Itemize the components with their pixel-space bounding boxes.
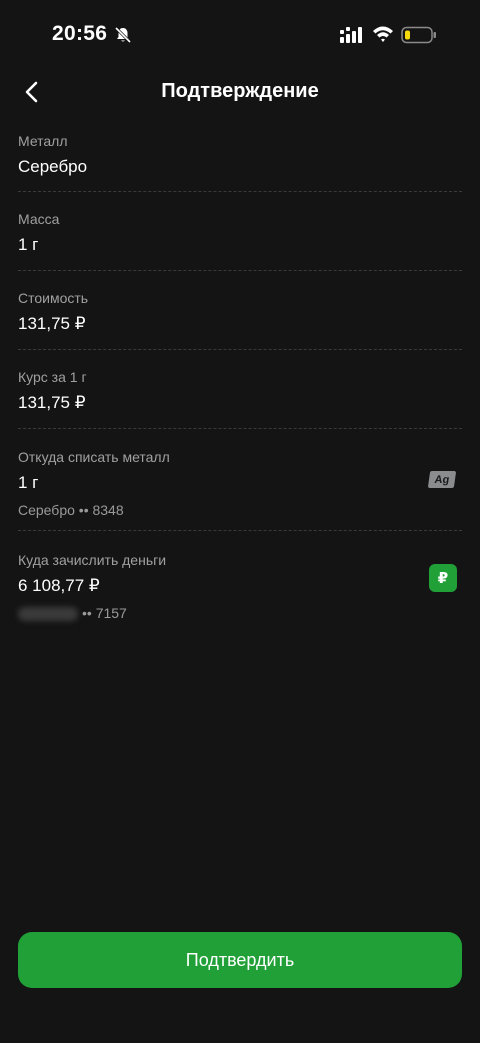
metal-field: Металл Серебро — [18, 132, 462, 178]
battery-icon — [401, 26, 436, 44]
divider — [18, 191, 462, 192]
silver-badge-icon: Ag — [427, 471, 457, 488]
rate-label: Курс за 1 г — [18, 369, 87, 385]
divider — [18, 428, 462, 429]
cost-value: 131,75 ₽ — [18, 314, 86, 333]
rate-value: 131,75 ₽ — [18, 393, 86, 412]
mass-field: Масса 1 г — [18, 210, 462, 256]
nav-bar: Подтверждение — [0, 70, 480, 114]
status-time: 20:56 — [52, 22, 108, 45]
blurred-account-name — [18, 607, 78, 622]
metal-value: Серебро — [18, 157, 88, 176]
wifi-icon — [373, 26, 393, 42]
cost-label: Стоимость — [18, 290, 89, 306]
divider — [18, 349, 462, 350]
destination-account-field[interactable]: Куда зачислить деньги 6 108,77 ₽ •• 7157… — [18, 551, 462, 622]
source-account: Серебро •• 8348 — [18, 502, 124, 518]
destination-account-row: •• 7157 — [18, 604, 462, 622]
source-account-field[interactable]: Откуда списать металл 1 г Серебро •• 834… — [18, 448, 462, 519]
page-title: Подтверждение — [161, 80, 319, 102]
cost-field: Стоимость 131,75 ₽ — [18, 289, 462, 335]
mass-value: 1 г — [18, 235, 39, 254]
source-value: 1 г — [18, 473, 39, 492]
ruble-badge-icon: ₽ — [429, 564, 457, 592]
destination-value: 6 108,77 ₽ — [18, 576, 100, 595]
divider — [18, 530, 462, 531]
bell-slash-icon — [114, 26, 132, 44]
status-bar: 20:56 — [0, 0, 480, 70]
destination-label: Куда зачислить деньги — [18, 552, 167, 568]
mass-label: Масса — [18, 211, 60, 227]
signal-icon — [340, 27, 362, 43]
destination-account: •• 7157 — [82, 605, 127, 621]
divider — [18, 270, 462, 271]
rate-field: Курс за 1 г 131,75 ₽ — [18, 368, 462, 414]
source-label: Откуда списать металл — [18, 449, 170, 465]
confirm-button[interactable]: Подтвердить — [18, 932, 462, 988]
metal-label: Металл — [18, 133, 68, 149]
